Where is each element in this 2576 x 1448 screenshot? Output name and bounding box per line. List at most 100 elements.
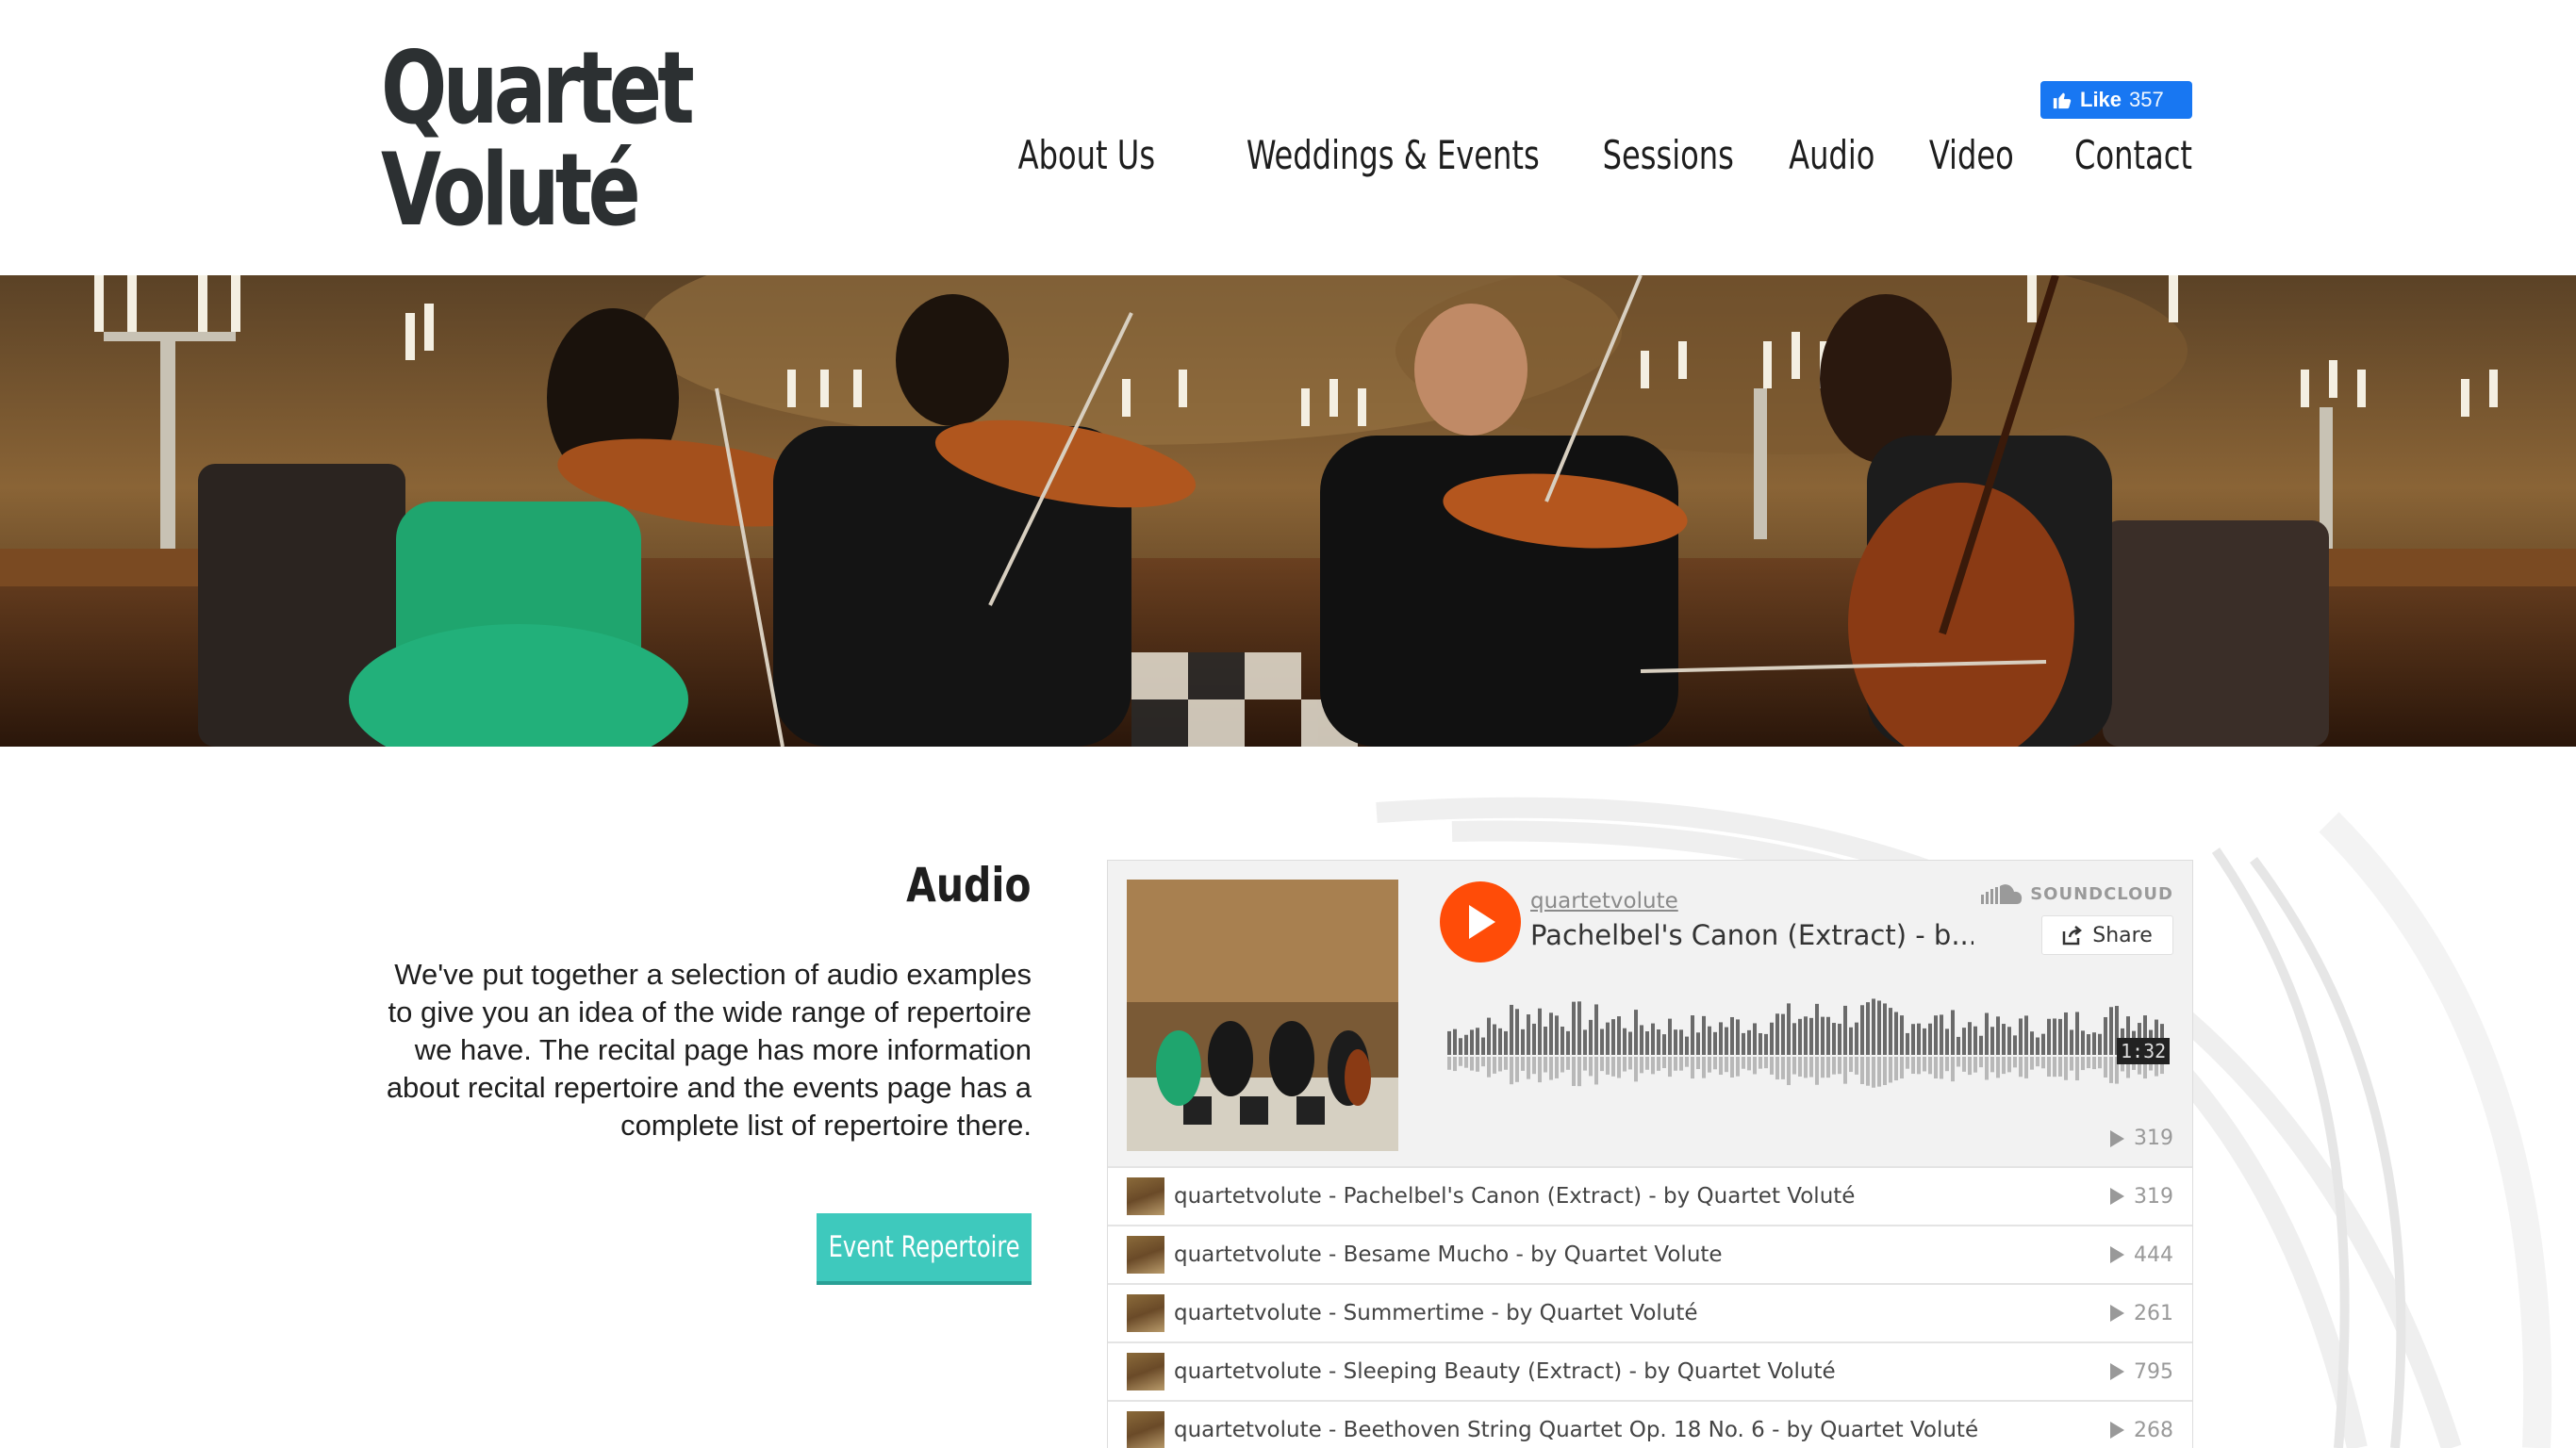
waveform-bar [1770, 1022, 1774, 1055]
waveform-reflection-bar [1447, 1057, 1451, 1070]
waveform-bar [1544, 1027, 1547, 1055]
nav-weddings-events[interactable]: Weddings & Events [1247, 132, 1540, 178]
waveform-reflection-bar [2081, 1057, 2085, 1071]
waveform-bar [2002, 1024, 2006, 1055]
waveform-bar [1849, 1027, 1853, 1055]
soundcloud-cloud-icon [1981, 884, 2023, 904]
track-plays: 261 [2110, 1302, 2173, 1325]
share-label: Share [2092, 923, 2153, 947]
plays-icon [2110, 1129, 2124, 1147]
track-title: quartetvolute - Summertime - by Quartet … [1174, 1301, 1698, 1325]
track-row[interactable]: quartetvolute - Beethoven String Quartet… [1108, 1400, 2192, 1448]
track-thumbnail [1127, 1177, 1164, 1215]
waveform-bar [1911, 1024, 1915, 1055]
event-repertoire-button[interactable]: Event Repertoire [817, 1213, 1032, 1285]
artwork-image [1127, 880, 1398, 1151]
waveform-reflection-bar [1809, 1057, 1813, 1078]
play-icon [1469, 905, 1495, 939]
waveform-reflection-bar [2047, 1057, 2051, 1078]
waveform-bar [1493, 1024, 1496, 1055]
plays-icon [2110, 1305, 2124, 1322]
facebook-like-button[interactable]: Like 357 [2040, 81, 2192, 119]
waveform-bar [1934, 1015, 1938, 1055]
waveform-reflection-bar [1990, 1057, 1994, 1073]
soundcloud-logo[interactable]: SOUNDCLOUD [1981, 883, 2173, 904]
waveform-bar [1510, 1004, 1513, 1055]
thumbs-up-icon [2053, 92, 2072, 109]
waveform-bar [1515, 1009, 1519, 1055]
waveform-reflection-bar [1679, 1057, 1683, 1071]
track-row[interactable]: quartetvolute - Pachelbel's Canon (Extra… [1108, 1166, 2192, 1225]
waveform-bar [1730, 1016, 1734, 1055]
waveform-bar [1742, 1032, 1745, 1055]
hero-quartet-photo [0, 275, 2576, 747]
waveform-bar [2013, 1035, 2017, 1055]
main-content: Audio We've put together a selection of … [0, 747, 2576, 1448]
waveform-reflection-bar [1538, 1057, 1542, 1083]
track-row[interactable]: quartetvolute - Sleeping Beauty (Extract… [1108, 1341, 2192, 1400]
waveform-reflection-bar [1708, 1057, 1711, 1073]
share-icon [2063, 926, 2083, 946]
track-artwork[interactable] [1127, 880, 1398, 1151]
waveform-reflection-bar [1889, 1057, 1892, 1083]
waveform-bar [1866, 1002, 1870, 1055]
waveform-reflection-bar [1736, 1057, 1740, 1077]
waveform-bar [1549, 1012, 1553, 1055]
track-thumbnail [1127, 1236, 1164, 1274]
waveform-reflection-bar [1855, 1057, 1858, 1075]
waveform-reflection-bar [2070, 1057, 2073, 1071]
nav-contact[interactable]: Contact [2074, 132, 2192, 178]
waveform-bar [1600, 1028, 1604, 1055]
waveform-bar [2019, 1018, 2023, 1055]
waveform-bar [1809, 1017, 1813, 1055]
waveform-bar [1572, 1001, 1576, 1055]
facebook-like-label: Like [2080, 88, 2122, 111]
waveform-bar [1940, 1014, 1943, 1055]
waveform-reflection-bar [1544, 1057, 1547, 1073]
waveform[interactable] [1447, 981, 2164, 1104]
waveform-reflection-bar [1872, 1057, 1875, 1088]
waveform-bar [1764, 1033, 1768, 1055]
track-row[interactable]: quartetvolute - Besame Mucho - by Quarte… [1108, 1225, 2192, 1283]
track-thumbnail [1127, 1294, 1164, 1332]
waveform-bar [2087, 1034, 2090, 1055]
waveform-bar [1759, 1032, 1762, 1055]
current-track-title[interactable]: Pachelbel's Canon (Extract) - b... [1530, 919, 1973, 951]
waveform-bar [2058, 1018, 2062, 1055]
waveform-bar [1928, 1023, 1932, 1055]
waveform-reflection-bar [1634, 1057, 1638, 1082]
share-button[interactable]: Share [2041, 915, 2173, 955]
hero-image [0, 275, 2576, 747]
waveform-bar [1883, 1003, 1887, 1055]
track-row[interactable]: quartetvolute - Summertime - by Quartet … [1108, 1283, 2192, 1341]
waveform-reflection-bar [2024, 1057, 2028, 1078]
waveform-bar [1855, 1022, 1858, 1055]
play-button[interactable] [1440, 881, 1521, 963]
waveform-reflection-bar [1504, 1057, 1508, 1070]
waveform-reflection-bar [1821, 1057, 1825, 1078]
waveform-reflection-bar [1493, 1057, 1496, 1074]
waveform-reflection-bar [1589, 1057, 1593, 1077]
waveform-reflection-bar [1742, 1057, 1745, 1069]
waveform-reflection-bar [2013, 1057, 2017, 1068]
waveform-bar [2064, 1012, 2068, 1055]
waveform-reflection-bar [1566, 1057, 1570, 1070]
waveform-reflection-bar [2109, 1057, 2113, 1083]
site-logo[interactable]: Quartet Voluté [381, 38, 695, 241]
waveform-reflection-bar [1730, 1057, 1734, 1078]
waveform-reflection-bar [1657, 1057, 1660, 1071]
waveform-reflection-bar [1651, 1057, 1655, 1075]
nav-about-us[interactable]: About Us [1018, 132, 1155, 178]
soundcloud-username[interactable]: quartetvolute [1530, 889, 1678, 913]
track-play-count: 795 [2134, 1359, 2173, 1384]
nav-sessions[interactable]: Sessions [1603, 132, 1734, 178]
waveform-bar [1691, 1015, 1694, 1055]
waveform-bar [1589, 1019, 1593, 1055]
waveform-reflection-bar [1843, 1057, 1847, 1084]
track-thumbnail [1127, 1411, 1164, 1448]
waveform-bar [1702, 1015, 1706, 1055]
nav-video[interactable]: Video [1929, 132, 2014, 178]
nav-audio[interactable]: Audio [1789, 132, 1874, 178]
waveform-bar [1713, 1031, 1717, 1055]
waveform-bar [1560, 1027, 1564, 1055]
